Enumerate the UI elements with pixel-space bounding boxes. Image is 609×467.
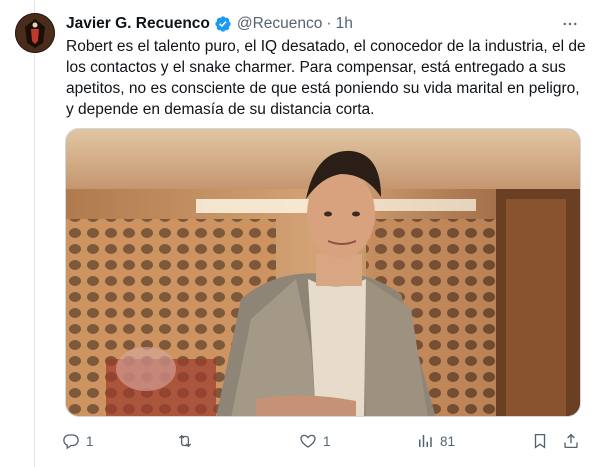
reply-icon: [63, 434, 79, 450]
thread-line: [34, 0, 35, 467]
like-count: 1: [323, 433, 331, 449]
reply-button[interactable]: 1: [62, 430, 94, 452]
like-button[interactable]: 1: [299, 430, 331, 452]
tweet[interactable]: Javier G. Recuenco @Recuenco · 1h Robert…: [0, 0, 609, 467]
avatar[interactable]: [15, 13, 55, 53]
timestamp[interactable]: 1h: [336, 15, 353, 33]
views-count: 81: [440, 433, 456, 449]
share-button[interactable]: [562, 430, 580, 452]
separator: ·: [326, 15, 332, 32]
reply-count: 1: [86, 433, 94, 449]
share-icon: [564, 433, 578, 449]
bookmark-icon: [534, 433, 546, 449]
author-handle[interactable]: @Recuenco: [237, 15, 323, 33]
bookmark-button[interactable]: [531, 430, 549, 452]
retweet-icon: [178, 434, 192, 448]
action-bar: 1 1 81: [62, 430, 592, 452]
tweet-header: Javier G. Recuenco @Recuenco · 1h: [66, 13, 353, 35]
tweet-media-photo[interactable]: [65, 128, 581, 417]
retweet-button[interactable]: [176, 430, 200, 452]
like-icon: [300, 434, 316, 448]
views-icon: [419, 435, 432, 447]
tweet-text: Robert es el talento puro, el IQ desatad…: [66, 38, 586, 118]
more-icon[interactable]: [557, 11, 583, 37]
verified-badge-icon: [214, 15, 232, 33]
views-button[interactable]: 81: [416, 430, 455, 452]
author-display-name[interactable]: Javier G. Recuenco: [66, 15, 210, 33]
